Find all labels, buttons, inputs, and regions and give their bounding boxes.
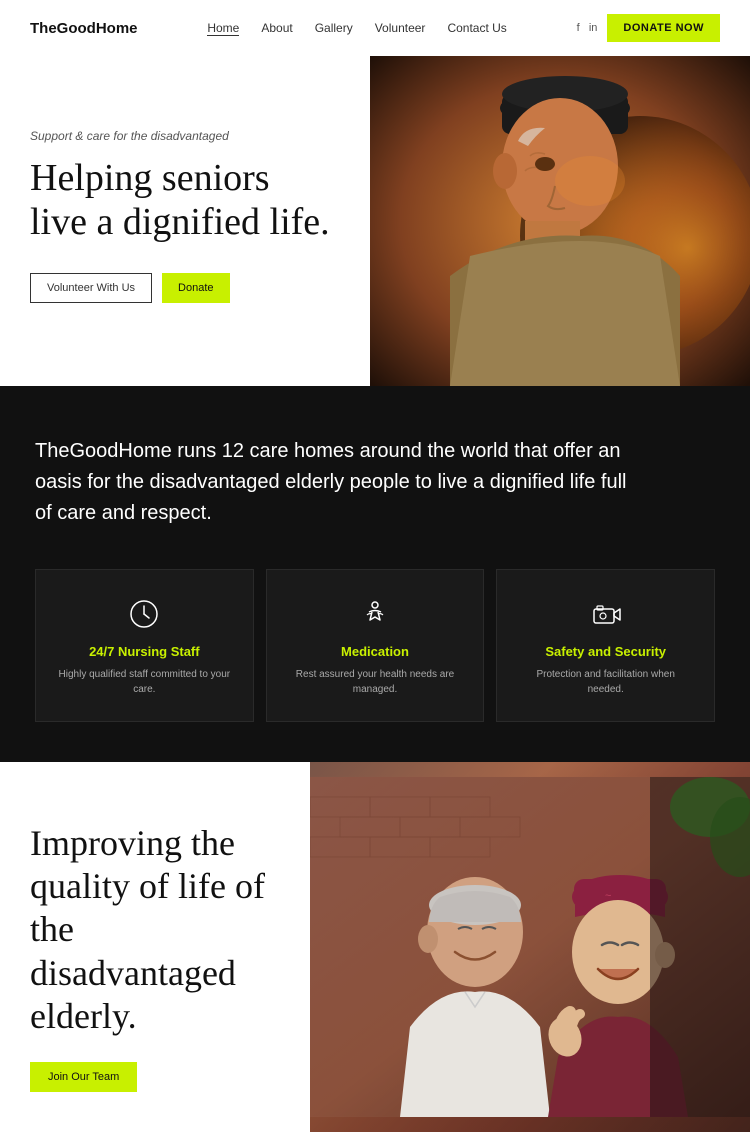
feature-card-nursing: 24/7 Nursing Staff Highly qualified staf…: [35, 569, 254, 722]
hero-donate-button[interactable]: Donate: [162, 273, 229, 303]
quality-text: Improving the quality of life of the dis…: [0, 762, 310, 1132]
feature-title-security: Safety and Security: [545, 644, 666, 659]
feature-card-medication: Medication Rest assured your health need…: [266, 569, 485, 722]
nav-item-gallery[interactable]: Gallery: [315, 19, 353, 37]
feature-title-medication: Medication: [341, 644, 409, 659]
clock-icon: [128, 598, 160, 630]
nav-links: Home About Gallery Volunteer Contact Us: [207, 19, 506, 37]
feature-desc-medication: Rest assured your health needs are manag…: [287, 667, 464, 697]
feature-card-security: Safety and Security Protection and facil…: [496, 569, 715, 722]
hero-subtitle: Support & care for the disadvantaged: [30, 129, 340, 143]
mission-section: TheGoodHome runs 12 care homes around th…: [0, 386, 750, 762]
quality-title: Improving the quality of life of the dis…: [30, 822, 280, 1038]
social-links: f in: [577, 22, 598, 34]
hero-section: Support & care for the disadvantaged Hel…: [0, 56, 750, 386]
volunteer-button[interactable]: Volunteer With Us: [30, 273, 152, 303]
feature-title-nursing: 24/7 Nursing Staff: [89, 644, 200, 659]
nav-logo: TheGoodHome: [30, 20, 138, 37]
nav-item-about[interactable]: About: [261, 19, 292, 37]
hero-image: [370, 56, 750, 386]
meditation-icon: [359, 598, 391, 630]
nav-right: f in DONATE NOW: [577, 14, 720, 42]
nav-item-volunteer[interactable]: Volunteer: [375, 19, 426, 37]
feature-desc-nursing: Highly qualified staff committed to your…: [56, 667, 233, 697]
donate-button[interactable]: DONATE NOW: [607, 14, 720, 42]
hero-title: Helping seniorslive a dignified life.: [30, 157, 340, 244]
features-row: 24/7 Nursing Staff Highly qualified staf…: [35, 569, 715, 722]
nav-item-home[interactable]: Home: [207, 19, 239, 37]
svg-text:~: ~: [605, 890, 611, 902]
hero-illustration: [370, 56, 750, 386]
quality-image: ~: [310, 762, 750, 1132]
nav-item-contact[interactable]: Contact Us: [447, 19, 506, 37]
hero-text-area: Support & care for the disadvantaged Hel…: [0, 56, 370, 386]
join-team-button[interactable]: Join Our Team: [30, 1062, 137, 1092]
navbar: TheGoodHome Home About Gallery Volunteer…: [0, 0, 750, 56]
camera-icon: [590, 598, 622, 630]
quality-section: Improving the quality of life of the dis…: [0, 762, 750, 1132]
feature-desc-security: Protection and facilitation when needed.: [517, 667, 694, 697]
quality-illustration: ~: [310, 762, 750, 1132]
mission-text: TheGoodHome runs 12 care homes around th…: [35, 436, 635, 529]
hero-buttons: Volunteer With Us Donate: [30, 273, 340, 303]
